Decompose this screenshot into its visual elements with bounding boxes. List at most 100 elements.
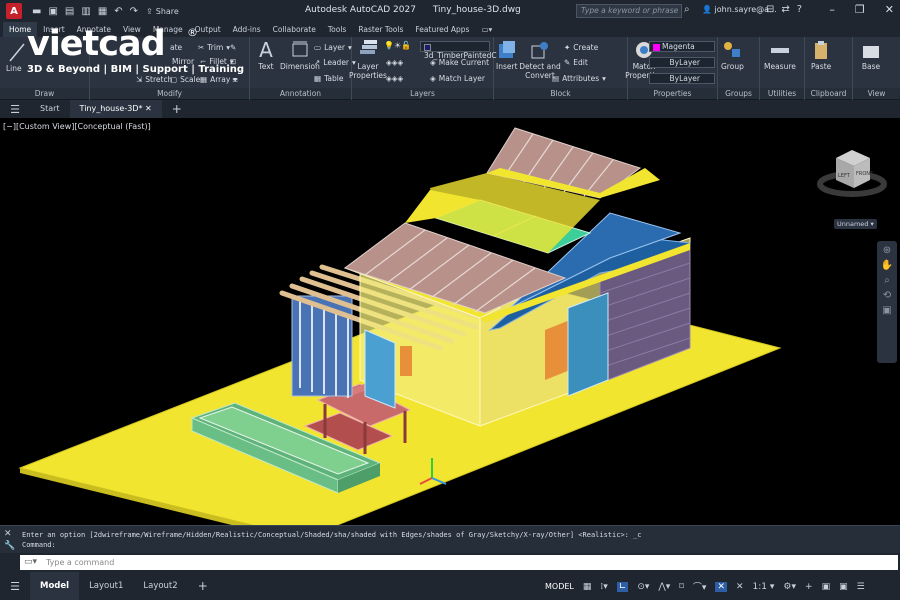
ortho-icon[interactable]: ∟ xyxy=(616,581,629,592)
command-dropdown-icon[interactable]: ▭▾ xyxy=(24,557,37,567)
ucs-label: Unnamed xyxy=(837,220,869,228)
customize-icon[interactable]: ☰ xyxy=(857,582,865,592)
add-layout-button[interactable]: + xyxy=(188,572,218,600)
linetype-dropdown[interactable]: ByLayer xyxy=(649,57,715,68)
tab-featured-apps[interactable]: Featured Apps xyxy=(409,22,475,37)
match-layer-button[interactable]: ◈ Match Layer xyxy=(430,74,485,83)
grid-icon[interactable]: ▦ xyxy=(583,582,592,592)
ucs-dropdown[interactable]: Unnamed ▾ xyxy=(834,219,877,229)
polar-icon[interactable]: ⊙▾ xyxy=(637,582,649,592)
save-as-icon[interactable]: ▥ xyxy=(81,6,90,17)
settings-gear-icon[interactable]: ⚙▾ xyxy=(783,582,796,592)
command-customize-icon[interactable]: 🔧 xyxy=(4,541,15,551)
share-label: Share xyxy=(155,6,179,16)
paste-button[interactable]: Paste xyxy=(811,40,831,71)
tab-tools[interactable]: Tools xyxy=(322,22,352,37)
snap-icon[interactable]: ⁞▾ xyxy=(600,582,607,592)
table-button[interactable]: ▦ Table xyxy=(314,74,344,83)
save-icon[interactable]: ▤ xyxy=(65,6,74,17)
file-tab-tiny-house[interactable]: Tiny_house-3D* ✕ xyxy=(69,100,162,118)
exchange-icon[interactable]: ⇄ xyxy=(781,4,789,15)
annotation-visibility-icon[interactable]: ✕ xyxy=(736,582,744,592)
close-button[interactable]: ✕ xyxy=(885,3,894,16)
open-folder-icon[interactable]: ▬ xyxy=(32,6,41,17)
array-label: Array xyxy=(210,75,231,84)
isolate-icon[interactable]: ▣ xyxy=(822,582,831,592)
model-space-toggle[interactable]: MODEL xyxy=(545,582,574,591)
minimize-button[interactable]: – xyxy=(829,3,835,16)
share-button[interactable]: ⇪ Share xyxy=(146,7,179,16)
layer-dropdown[interactable]: ▭ Layer ▾ xyxy=(314,43,352,52)
text-icon: A xyxy=(259,38,273,62)
group-icon xyxy=(724,42,741,57)
tab-raster-tools[interactable]: Raster Tools xyxy=(352,22,409,37)
attributes-label: Attributes xyxy=(562,74,600,83)
close-tab-icon[interactable]: ✕ xyxy=(145,104,152,113)
drawing-viewport[interactable]: LEFT FRONT [−][Custom View][Conceptual (… xyxy=(0,118,900,525)
layer-tools-row-1[interactable]: ◈◈◈ xyxy=(386,58,403,67)
scale-dropdown[interactable]: 1:1 ▾ xyxy=(753,582,775,592)
edit-block-button[interactable]: ✎ Edit xyxy=(564,58,588,67)
pan-icon[interactable]: ✋ xyxy=(877,260,897,271)
command-input[interactable]: Type a command xyxy=(20,555,898,570)
add-icon[interactable]: + xyxy=(805,582,813,592)
panel-annotation-label: Annotation xyxy=(250,88,351,99)
layer-properties-button[interactable]: Layer Properties xyxy=(349,40,387,80)
help-icon[interactable]: ? xyxy=(797,4,802,15)
undo-icon[interactable]: ↶ xyxy=(114,6,122,17)
hamburger-menu-icon[interactable]: ☰ xyxy=(0,103,30,116)
app-name: Autodesk AutoCAD 2027 xyxy=(305,5,416,15)
quick-access-toolbar: ▬ ▣ ▤ ▥ ▦ ↶ ↷ xyxy=(32,6,138,17)
steering-wheel-icon[interactable]: ⊛ xyxy=(877,245,897,256)
tracking-icon[interactable]: ⌒▾ xyxy=(693,580,707,593)
search-icon[interactable]: ⌕ xyxy=(684,4,690,15)
text-button[interactable]: A Text xyxy=(256,40,276,71)
open-icon[interactable]: ▣ xyxy=(48,6,57,17)
vietcad-watermark-logo: vietcad ® 3D & Beyond | BIM | Support | … xyxy=(27,26,244,86)
pencil-icon[interactable]: ✎ xyxy=(230,43,236,52)
panel-clipboard: Paste Clipboard xyxy=(805,37,853,100)
create-block-button[interactable]: ✦ Create xyxy=(564,43,598,52)
hardware-icon[interactable]: ▣ xyxy=(839,582,848,592)
measure-button[interactable]: Measure xyxy=(764,40,796,71)
offset-icon[interactable]: ≡ xyxy=(232,75,238,84)
isodraft-icon[interactable]: ⋀▾ xyxy=(658,582,670,592)
line-button[interactable]: Line xyxy=(6,64,22,73)
viewport-controls-label[interactable]: [−][Custom View][Conceptual (Fast)] xyxy=(3,122,151,131)
tab-overflow-icon[interactable]: ▭▾ xyxy=(475,22,498,37)
base-button[interactable]: Base xyxy=(861,40,881,71)
osnap-icon[interactable]: ⌑ xyxy=(679,582,684,592)
maximize-button[interactable]: ❐ xyxy=(855,3,865,16)
tab-model[interactable]: Model xyxy=(30,572,80,600)
group-button[interactable]: Group xyxy=(721,40,744,71)
insert-button[interactable]: Insert xyxy=(496,40,518,71)
current-layer-dropdown[interactable]: 3d_TimberPaintedC xyxy=(420,41,497,60)
make-current-button[interactable]: ◈ Make Current xyxy=(430,58,489,67)
new-tab-button[interactable]: + xyxy=(162,100,192,118)
tab-collaborate[interactable]: Collaborate xyxy=(267,22,322,37)
cart-icon[interactable]: ⊟ xyxy=(766,4,774,15)
search-input[interactable]: Type a keyword or phrase xyxy=(576,4,682,18)
tab-layout1[interactable]: Layout1 xyxy=(79,572,133,600)
annotation-scale-icon[interactable]: ✕ xyxy=(715,581,727,592)
panel-block-label: Block xyxy=(494,88,627,99)
orbit-icon[interactable]: ⟲ xyxy=(877,290,897,301)
color-dropdown[interactable]: Magenta xyxy=(649,41,715,52)
print-icon[interactable]: ▦ xyxy=(98,6,107,17)
panel-properties: Match Properties Magenta ByLayer ByLayer… xyxy=(625,37,718,100)
showmotion-icon[interactable]: ▣ xyxy=(877,305,897,316)
line-tool-icon[interactable] xyxy=(8,41,26,63)
attributes-button[interactable]: ▤ Attributes ▾ xyxy=(552,74,606,83)
layout-menu-icon[interactable]: ☰ xyxy=(0,580,30,593)
tab-layout2[interactable]: Layout2 xyxy=(133,572,187,600)
redo-icon[interactable]: ↷ xyxy=(130,6,138,17)
zoom-icon[interactable]: ⌕ xyxy=(877,275,897,286)
autocad-app-icon[interactable]: A xyxy=(6,3,22,19)
tab-add-ins[interactable]: Add-ins xyxy=(227,22,267,37)
layer-state-icons[interactable]: 💡☀🔓 xyxy=(384,41,411,50)
file-tab-start[interactable]: Start xyxy=(30,100,70,118)
layer-tools-row-2[interactable]: ◈◈◈ xyxy=(386,74,403,83)
lineweight-dropdown[interactable]: ByLayer xyxy=(649,73,715,84)
command-close-icon[interactable]: ✕ xyxy=(4,529,12,539)
folding-door-right xyxy=(567,292,609,397)
